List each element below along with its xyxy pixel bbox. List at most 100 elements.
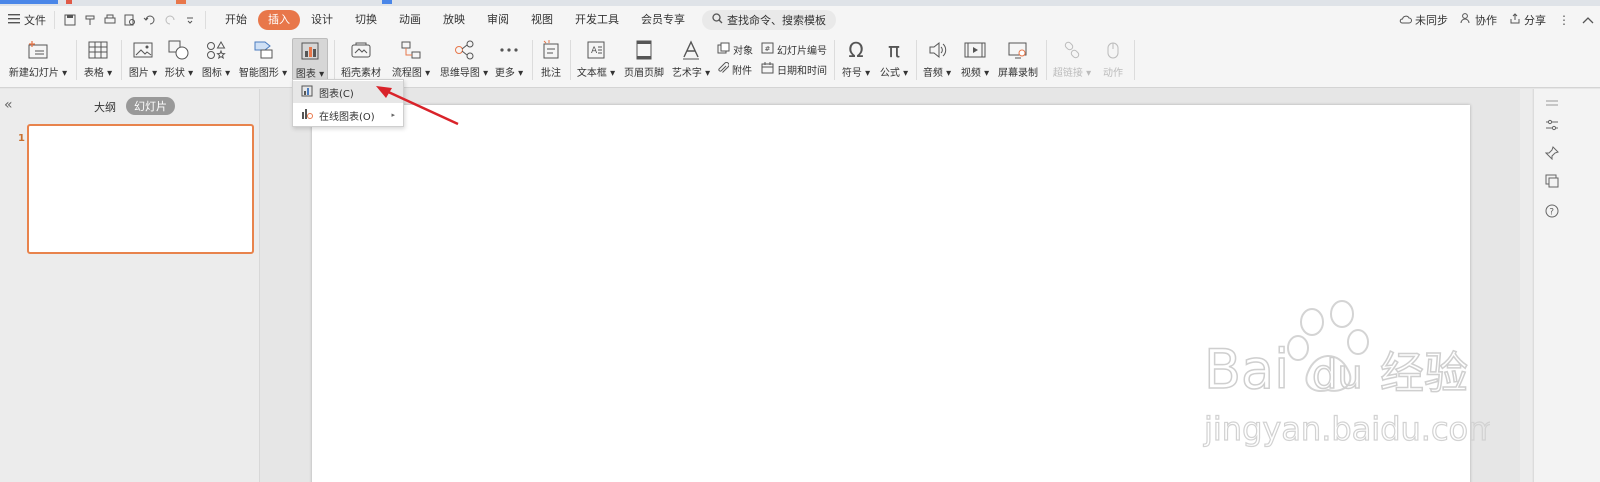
slide-thumbnail[interactable] xyxy=(27,124,254,254)
attachment-label: 附件 xyxy=(732,66,752,77)
help-icon[interactable]: ? xyxy=(1542,201,1562,221)
collab-button[interactable]: 协作 xyxy=(1460,12,1497,28)
mindmap-label: 思维导图 xyxy=(439,68,480,79)
textbox-label: 文本框 xyxy=(576,68,607,79)
slide-number-icon: # xyxy=(761,42,774,57)
new-slide-label: 新建幻灯片 xyxy=(8,68,59,79)
pin-icon[interactable] xyxy=(1542,143,1562,163)
watermark-brand: Bai xyxy=(1204,338,1289,401)
new-slide-button[interactable]: 新建幻灯片 ▾ xyxy=(8,38,68,82)
header-footer-button[interactable]: 页眉页脚 xyxy=(622,38,666,82)
wordart-icon xyxy=(678,38,704,62)
chart-button[interactable]: 图表 ▾ xyxy=(292,38,328,82)
table-button[interactable]: 表格 ▾ xyxy=(82,38,114,82)
slides-gallery-icon[interactable] xyxy=(1542,171,1562,191)
undo-icon[interactable] xyxy=(141,11,159,29)
picture-icon xyxy=(130,38,156,62)
comment-button[interactable]: 批注 xyxy=(538,38,564,82)
screen-record-icon xyxy=(1005,38,1031,62)
datetime-button[interactable]: 日期和时间 xyxy=(761,62,827,77)
annotation-arrow xyxy=(376,86,459,126)
smartart-button[interactable]: 智能图形 ▾ xyxy=(238,38,288,82)
audio-button[interactable]: 音频 ▾ xyxy=(921,38,953,82)
mindmap-button[interactable]: 思维导图 ▾ xyxy=(438,38,490,82)
paperclip-icon xyxy=(717,62,730,77)
tab-member[interactable]: 会员专享 xyxy=(630,10,696,30)
ribbon-insert: 新建幻灯片 ▾ 表格 ▾ 图片 ▾ 形状 ▾ 图标 ▾ 智能图形 ▾ 图表 ▾ … xyxy=(0,34,1600,88)
menu-item-online-chart-label: 在线图表(O) xyxy=(319,111,375,123)
save-icon[interactable] xyxy=(61,11,79,29)
watermark-url: jingyan.baidu.com xyxy=(1203,410,1490,448)
textbox-button[interactable]: A 文本框 ▾ xyxy=(576,38,616,82)
search-box[interactable]: 查找命令、搜索模板 xyxy=(702,10,836,30)
customize-toolbar-icon[interactable] xyxy=(181,11,199,29)
video-icon xyxy=(962,38,988,62)
picture-button[interactable]: 图片 ▾ xyxy=(127,38,159,82)
hyperlink-button[interactable]: 超链接 ▾ xyxy=(1052,38,1092,82)
mindmap-icon xyxy=(451,38,477,62)
sync-button[interactable]: 未同步 xyxy=(1399,12,1448,28)
vertical-scrollbar[interactable] xyxy=(1520,89,1532,482)
ribbon-tabs: 开始 插入 设计 切换 动画 放映 审阅 视图 开发工具 会员专享 xyxy=(214,10,696,30)
picture-label: 图片 xyxy=(128,68,149,79)
title-actions: 未同步 协作 分享 ⋮ xyxy=(1399,6,1594,34)
slide-number-label: 幻灯片编号 xyxy=(777,46,827,57)
mouse-icon xyxy=(1100,38,1126,62)
header-footer-label: 页眉页脚 xyxy=(624,68,664,79)
flowchart-button[interactable]: 流程图 ▾ xyxy=(389,38,433,82)
more-label: 更多 xyxy=(494,68,515,79)
tab-slideshow[interactable]: 放映 xyxy=(432,10,476,30)
action-button[interactable]: 动作 xyxy=(1098,38,1128,82)
screen-record-button[interactable]: 屏幕录制 xyxy=(997,38,1039,82)
file-menu-button[interactable]: 文件 xyxy=(0,9,54,31)
tab-animation[interactable]: 动画 xyxy=(388,10,432,30)
more-dots-icon xyxy=(496,38,522,62)
material-label: 稻壳素材 xyxy=(341,68,381,79)
pi-icon: π xyxy=(887,38,901,62)
redo-icon[interactable] xyxy=(161,11,179,29)
right-sidebar: ? xyxy=(1533,89,1600,482)
attachment-button[interactable]: 附件 xyxy=(717,62,752,77)
watermark-suffix: 经验 xyxy=(1380,348,1468,399)
more-options-icon[interactable]: ⋮ xyxy=(1558,13,1570,27)
baidu-watermark: Bai du 经验 jingyan.baidu.com xyxy=(1200,300,1500,472)
hyperlink-label: 超链接 xyxy=(1052,68,1083,79)
tab-review[interactable]: 审阅 xyxy=(476,10,520,30)
hamburger-icon xyxy=(8,13,20,27)
sync-label: 未同步 xyxy=(1415,14,1448,27)
tab-outline[interactable]: 大纲 xyxy=(94,99,116,115)
collapse-panel-icon[interactable]: « xyxy=(4,97,13,113)
wordart-button[interactable]: 艺术字 ▾ xyxy=(670,38,712,82)
symbol-label: 符号 xyxy=(841,68,862,79)
icon-library-icon xyxy=(203,38,229,62)
slide-number-button[interactable]: # 幻灯片编号 xyxy=(761,42,827,57)
formula-label: 公式 xyxy=(879,68,900,79)
search-icon xyxy=(712,13,723,27)
collapse-ribbon-icon[interactable] xyxy=(1582,14,1594,27)
tab-insert[interactable]: 插入 xyxy=(258,10,300,30)
print-icon[interactable] xyxy=(101,11,119,29)
flowchart-label: 流程图 xyxy=(391,68,422,79)
properties-icon[interactable] xyxy=(1542,115,1562,135)
tab-design[interactable]: 设计 xyxy=(300,10,344,30)
tab-developer[interactable]: 开发工具 xyxy=(564,10,630,30)
more-button[interactable]: 更多 ▾ xyxy=(494,38,524,82)
tab-transition[interactable]: 切换 xyxy=(344,10,388,30)
bar-chart-icon xyxy=(301,85,313,100)
material-button[interactable]: 稻壳素材 xyxy=(340,38,382,82)
print-preview-icon[interactable] xyxy=(121,11,139,29)
formula-button[interactable]: π 公式 ▾ xyxy=(878,38,910,82)
video-button[interactable]: 视频 ▾ xyxy=(959,38,991,82)
icon-button[interactable]: 图标 ▾ xyxy=(200,38,232,82)
slide-number: 1 xyxy=(18,133,25,144)
tab-home[interactable]: 开始 xyxy=(214,10,258,30)
format-painter-icon[interactable] xyxy=(81,11,99,29)
grip-icon[interactable] xyxy=(1542,93,1562,113)
symbol-button[interactable]: Ω 符号 ▾ xyxy=(840,38,872,82)
shape-button[interactable]: 形状 ▾ xyxy=(163,38,195,82)
tab-view[interactable]: 视图 xyxy=(520,10,564,30)
tab-slides[interactable]: 幻灯片 xyxy=(126,97,175,115)
speaker-icon xyxy=(924,38,950,62)
share-button[interactable]: 分享 xyxy=(1509,12,1546,28)
object-button[interactable]: 对象 xyxy=(717,42,753,57)
